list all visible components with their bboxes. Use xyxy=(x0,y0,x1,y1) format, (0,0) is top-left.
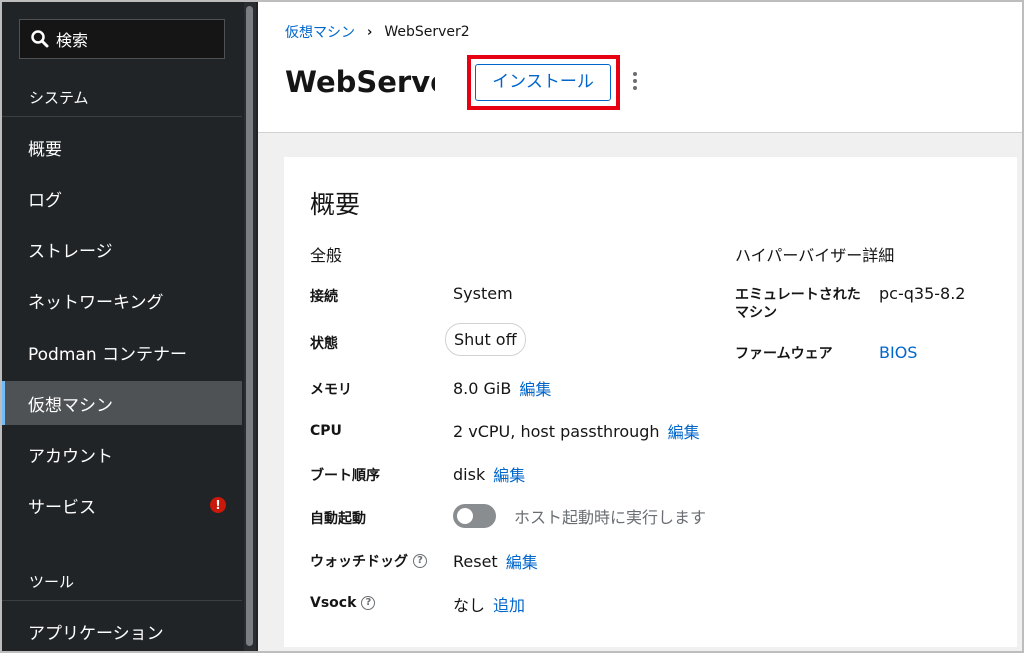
connection-value: System xyxy=(453,284,513,303)
watchdog-value: Reset 編集 xyxy=(453,549,538,573)
sidebar-item-label: ネットワーキング xyxy=(28,292,164,313)
firmware-label: ファームウェア xyxy=(735,346,833,362)
page-header: 仮想マシン › WebServer2 WebServer2 インストール xyxy=(258,2,1022,133)
sidebar-item-label: ストレージ xyxy=(28,241,113,262)
search-placeholder: 検索 xyxy=(56,31,89,50)
boot-order-value-text: disk xyxy=(453,464,486,484)
vsock-label-text: Vsock xyxy=(310,595,357,611)
autostart-value: ホスト起動時に実行します xyxy=(453,504,706,528)
memory-edit-link[interactable]: 編集 xyxy=(519,376,551,400)
watchdog-value-text: Reset xyxy=(453,551,498,571)
sidebar-item-podman[interactable]: Podman コンテナー xyxy=(2,330,242,374)
sidebar: 検索 システム 概要 ログ ストレージ ネットワーキング Podman コンテナ… xyxy=(2,2,258,651)
sidebar-item-label: ログ xyxy=(28,190,62,211)
general-title: 全般 xyxy=(310,246,343,265)
search-icon xyxy=(31,30,49,48)
sidebar-item-accounts[interactable]: アカウント xyxy=(2,432,242,476)
connection-value-text: System xyxy=(453,284,513,303)
sidebar-item-label: サービス xyxy=(28,497,96,518)
connection-label: 接続 xyxy=(310,289,338,305)
sidebar-item-networking[interactable]: ネットワーキング xyxy=(2,278,242,322)
install-button[interactable]: インストール xyxy=(475,64,611,101)
overview-card: 概要 全般 ハイパーバイザー詳細 接続 System 状態 Shut off メ… xyxy=(284,157,1017,647)
firmware-link[interactable]: BIOS xyxy=(879,343,917,362)
sidebar-item-overview[interactable]: 概要 xyxy=(2,125,242,169)
overview-title: 概要 xyxy=(310,190,361,219)
memory-label: メモリ xyxy=(310,382,352,398)
autostart-label: 自動起動 xyxy=(310,511,366,527)
sidebar-item-storage[interactable]: ストレージ xyxy=(2,227,242,271)
breadcrumb-link-vms[interactable]: 仮想マシン xyxy=(285,22,355,42)
cpu-value-text: 2 vCPU, host passthrough xyxy=(453,421,660,441)
watchdog-label: ウォッチドッグ ? xyxy=(310,551,427,571)
main-content: 仮想マシン › WebServer2 WebServer2 インストール 概要 … xyxy=(258,2,1022,651)
sidebar-item-label: 概要 xyxy=(28,139,62,160)
sidebar-item-applications[interactable]: アプリケーション xyxy=(2,609,242,651)
emulated-machine-label-line1: エミュレートされた xyxy=(735,287,861,303)
alert-icon: ! xyxy=(210,497,226,513)
boot-order-value: disk 編集 xyxy=(453,462,525,486)
sidebar-item-label: 仮想マシン xyxy=(28,395,113,416)
emulated-machine-label-line2: マシン xyxy=(735,305,777,321)
cpu-edit-link[interactable]: 編集 xyxy=(668,419,700,443)
search-input[interactable]: 検索 xyxy=(19,19,225,59)
sidebar-item-label: Podman コンテナー xyxy=(28,344,187,365)
sidebar-scrollbar-thumb[interactable] xyxy=(246,6,253,646)
vsock-value: なし 追加 xyxy=(453,592,525,616)
divider xyxy=(2,116,242,117)
hypervisor-title: ハイパーバイザー詳細 xyxy=(735,246,895,265)
cpu-value: 2 vCPU, host passthrough 編集 xyxy=(453,419,700,443)
sidebar-item-services[interactable]: サービス ! xyxy=(2,483,242,527)
state-label: 状態 xyxy=(310,336,338,352)
cpu-label: CPU xyxy=(310,423,342,439)
sidebar-item-logs[interactable]: ログ xyxy=(2,176,242,220)
kebab-menu-icon[interactable] xyxy=(630,72,640,94)
boot-order-label: ブート順序 xyxy=(310,468,380,484)
emulated-machine-label: エミュレートされた マシン xyxy=(735,286,861,322)
vsock-label: Vsock ? xyxy=(310,595,376,611)
toggle-knob xyxy=(457,508,473,524)
divider xyxy=(2,600,242,601)
status-badge: Shut off xyxy=(445,323,526,356)
breadcrumb: 仮想マシン › WebServer2 xyxy=(285,22,470,42)
autostart-toggle[interactable] xyxy=(453,504,496,528)
watchdog-label-text: ウォッチドッグ xyxy=(310,554,408,570)
boot-order-edit-link[interactable]: 編集 xyxy=(493,462,525,486)
sidebar-item-virtual-machines[interactable]: 仮想マシン xyxy=(2,381,242,425)
chevron-right-icon: › xyxy=(367,24,373,40)
emulated-machine-value: pc-q35-8.2 xyxy=(879,284,966,303)
help-icon[interactable]: ? xyxy=(413,554,427,568)
memory-value: 8.0 GiB 編集 xyxy=(453,376,551,400)
vsock-value-text: なし xyxy=(453,596,486,615)
vsock-add-link[interactable]: 追加 xyxy=(493,592,525,616)
section-title-system: システム xyxy=(29,89,89,107)
autostart-toggle-label: ホスト起動時に実行します xyxy=(514,508,707,527)
memory-value-text: 8.0 GiB xyxy=(453,378,512,398)
app-window: 検索 システム 概要 ログ ストレージ ネットワーキング Podman コンテナ… xyxy=(0,0,1024,653)
section-title-tools: ツール xyxy=(29,573,75,591)
breadcrumb-current: WebServer2 xyxy=(384,24,470,40)
watchdog-edit-link[interactable]: 編集 xyxy=(506,549,538,573)
sidebar-item-label: アカウント xyxy=(28,446,113,467)
page-title: WebServer2 xyxy=(285,65,435,99)
help-icon[interactable]: ? xyxy=(361,596,376,610)
sidebar-item-label: アプリケーション xyxy=(28,623,164,644)
state-value: Shut off xyxy=(445,323,526,356)
